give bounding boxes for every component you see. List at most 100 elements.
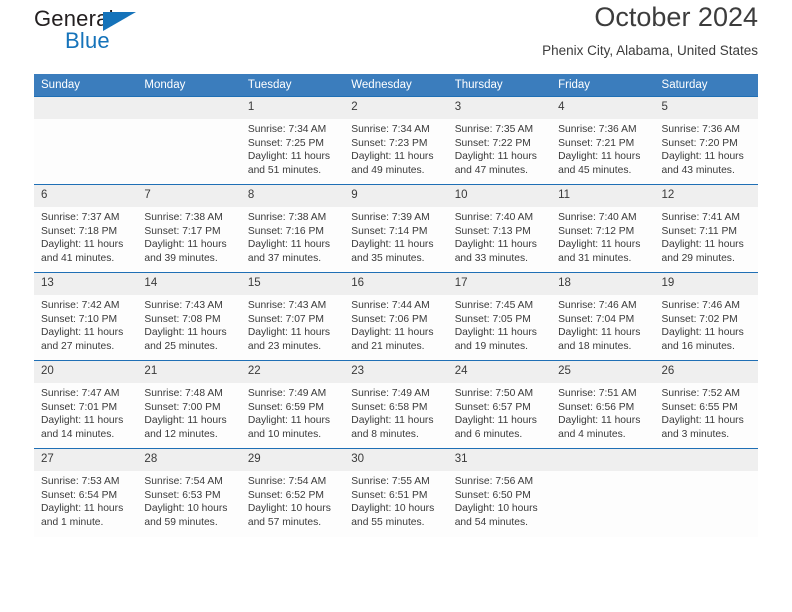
day-cell[interactable]: 14 Sunrise: 7:43 AM Sunset: 7:08 PM Dayl… bbox=[137, 272, 241, 361]
day-cell[interactable] bbox=[551, 448, 655, 537]
day-cell[interactable]: 3 Sunrise: 7:35 AM Sunset: 7:22 PM Dayli… bbox=[447, 96, 552, 185]
daylight-text-line1: Daylight: 11 hours bbox=[41, 503, 124, 515]
daylight-text-line1: Daylight: 11 hours bbox=[661, 239, 744, 251]
day-cell[interactable]: 8 Sunrise: 7:38 AM Sunset: 7:16 PM Dayli… bbox=[240, 184, 345, 273]
sunrise-text: Sunrise: 7:43 AM bbox=[144, 300, 223, 311]
day-cell[interactable]: 19 Sunrise: 7:46 AM Sunset: 7:02 PM Dayl… bbox=[654, 272, 758, 361]
daylight-text-line2: and 21 minutes. bbox=[351, 340, 425, 352]
day-cell[interactable]: 10 Sunrise: 7:40 AM Sunset: 7:13 PM Dayl… bbox=[447, 184, 552, 273]
sunrise-text: Sunrise: 7:54 AM bbox=[144, 476, 223, 487]
day-details bbox=[34, 119, 137, 123]
day-cell[interactable]: 15 Sunrise: 7:43 AM Sunset: 7:07 PM Dayl… bbox=[240, 272, 345, 361]
day-details: Sunrise: 7:34 AM Sunset: 7:23 PM Dayligh… bbox=[344, 119, 447, 177]
daylight-text-line1: Daylight: 11 hours bbox=[454, 151, 537, 163]
sunset-text: Sunset: 6:54 PM bbox=[41, 489, 118, 501]
daylight-text-line2: and 12 minutes. bbox=[144, 428, 218, 440]
sunrise-text: Sunrise: 7:46 AM bbox=[661, 300, 740, 311]
sunset-text: Sunset: 6:52 PM bbox=[247, 489, 324, 501]
daylight-text-line1: Daylight: 11 hours bbox=[558, 327, 641, 339]
day-number: 27 bbox=[34, 449, 138, 471]
day-number: 1 bbox=[240, 97, 345, 119]
sunrise-text: Sunrise: 7:51 AM bbox=[558, 388, 637, 399]
daylight-text-line1: Daylight: 11 hours bbox=[41, 239, 124, 251]
day-details: Sunrise: 7:53 AM Sunset: 6:54 PM Dayligh… bbox=[34, 471, 137, 529]
day-cell[interactable]: 5 Sunrise: 7:36 AM Sunset: 7:20 PM Dayli… bbox=[654, 96, 758, 185]
day-cell[interactable]: 23 Sunrise: 7:49 AM Sunset: 6:58 PM Dayl… bbox=[344, 360, 448, 449]
day-cell[interactable]: 9 Sunrise: 7:39 AM Sunset: 7:14 PM Dayli… bbox=[344, 184, 448, 273]
week-row: 27 Sunrise: 7:53 AM Sunset: 6:54 PM Dayl… bbox=[34, 448, 758, 537]
daylight-text-line2: and 43 minutes. bbox=[661, 164, 735, 176]
sunset-text: Sunset: 7:04 PM bbox=[558, 313, 635, 325]
day-cell[interactable]: 17 Sunrise: 7:45 AM Sunset: 7:05 PM Dayl… bbox=[447, 272, 552, 361]
daylight-text-line2: and 8 minutes. bbox=[351, 428, 419, 440]
sunrise-text: Sunrise: 7:45 AM bbox=[454, 300, 534, 311]
day-number: 30 bbox=[344, 449, 448, 471]
day-cell[interactable]: 11 Sunrise: 7:40 AM Sunset: 7:12 PM Dayl… bbox=[551, 184, 655, 273]
day-cell[interactable]: 22 Sunrise: 7:49 AM Sunset: 6:59 PM Dayl… bbox=[240, 360, 345, 449]
sunset-text: Sunset: 7:12 PM bbox=[558, 225, 635, 237]
daylight-text-line1: Daylight: 11 hours bbox=[661, 151, 744, 163]
day-cell[interactable]: 4 Sunrise: 7:36 AM Sunset: 7:21 PM Dayli… bbox=[551, 96, 655, 185]
day-number: 7 bbox=[137, 185, 241, 207]
day-cell[interactable]: 30 Sunrise: 7:55 AM Sunset: 6:51 PM Dayl… bbox=[344, 448, 448, 537]
day-number: 6 bbox=[34, 185, 138, 207]
calendar-body: 1 Sunrise: 7:34 AM Sunset: 7:25 PM Dayli… bbox=[34, 96, 758, 537]
daylight-text-line1: Daylight: 11 hours bbox=[454, 239, 537, 251]
sunset-text: Sunset: 7:22 PM bbox=[454, 137, 531, 149]
day-number bbox=[551, 449, 655, 471]
day-cell[interactable]: 1 Sunrise: 7:34 AM Sunset: 7:25 PM Dayli… bbox=[240, 96, 345, 185]
day-cell[interactable]: 2 Sunrise: 7:34 AM Sunset: 7:23 PM Dayli… bbox=[344, 96, 448, 185]
sunrise-text: Sunrise: 7:56 AM bbox=[454, 476, 534, 487]
day-number: 23 bbox=[344, 361, 448, 383]
daylight-text-line1: Daylight: 11 hours bbox=[351, 239, 434, 251]
sunrise-text: Sunrise: 7:34 AM bbox=[247, 124, 327, 135]
day-cell[interactable]: 29 Sunrise: 7:54 AM Sunset: 6:52 PM Dayl… bbox=[240, 448, 345, 537]
daylight-text-line2: and 29 minutes. bbox=[661, 252, 735, 264]
day-cell[interactable] bbox=[654, 448, 758, 537]
daylight-text-line2: and 45 minutes. bbox=[558, 164, 632, 176]
daylight-text-line1: Daylight: 10 hours bbox=[144, 503, 228, 515]
day-cell[interactable]: 13 Sunrise: 7:42 AM Sunset: 7:10 PM Dayl… bbox=[34, 272, 138, 361]
day-details: Sunrise: 7:40 AM Sunset: 7:12 PM Dayligh… bbox=[551, 207, 654, 265]
day-details: Sunrise: 7:45 AM Sunset: 7:05 PM Dayligh… bbox=[448, 295, 551, 353]
sunset-text: Sunset: 7:18 PM bbox=[41, 225, 118, 237]
day-cell[interactable]: 31 Sunrise: 7:56 AM Sunset: 6:50 PM Dayl… bbox=[447, 448, 552, 537]
daylight-text-line2: and 19 minutes. bbox=[454, 340, 528, 352]
sunrise-text: Sunrise: 7:47 AM bbox=[41, 388, 120, 399]
day-details: Sunrise: 7:43 AM Sunset: 7:08 PM Dayligh… bbox=[137, 295, 240, 353]
day-details bbox=[655, 471, 758, 475]
day-header-thursday: Thursday bbox=[447, 74, 552, 97]
day-cell[interactable]: 28 Sunrise: 7:54 AM Sunset: 6:53 PM Dayl… bbox=[137, 448, 241, 537]
day-cell[interactable]: 24 Sunrise: 7:50 AM Sunset: 6:57 PM Dayl… bbox=[447, 360, 552, 449]
day-cell[interactable]: 7 Sunrise: 7:38 AM Sunset: 7:17 PM Dayli… bbox=[137, 184, 241, 273]
sunset-text: Sunset: 7:13 PM bbox=[454, 225, 531, 237]
day-cell[interactable]: 26 Sunrise: 7:52 AM Sunset: 6:55 PM Dayl… bbox=[654, 360, 758, 449]
day-cell[interactable] bbox=[34, 96, 138, 185]
day-cell[interactable]: 16 Sunrise: 7:44 AM Sunset: 7:06 PM Dayl… bbox=[344, 272, 448, 361]
daylight-text-line1: Daylight: 10 hours bbox=[454, 503, 538, 515]
day-cell[interactable]: 27 Sunrise: 7:53 AM Sunset: 6:54 PM Dayl… bbox=[34, 448, 138, 537]
day-details: Sunrise: 7:46 AM Sunset: 7:02 PM Dayligh… bbox=[655, 295, 758, 353]
day-number: 18 bbox=[551, 273, 655, 295]
day-details: Sunrise: 7:38 AM Sunset: 7:16 PM Dayligh… bbox=[241, 207, 344, 265]
day-number bbox=[137, 97, 241, 119]
day-cell[interactable]: 12 Sunrise: 7:41 AM Sunset: 7:11 PM Dayl… bbox=[654, 184, 758, 273]
day-cell[interactable]: 18 Sunrise: 7:46 AM Sunset: 7:04 PM Dayl… bbox=[551, 272, 655, 361]
sunset-text: Sunset: 7:23 PM bbox=[351, 137, 428, 149]
day-cell[interactable]: 25 Sunrise: 7:51 AM Sunset: 6:56 PM Dayl… bbox=[551, 360, 655, 449]
day-details: Sunrise: 7:38 AM Sunset: 7:17 PM Dayligh… bbox=[137, 207, 240, 265]
sunset-text: Sunset: 6:59 PM bbox=[247, 401, 324, 413]
sunrise-text: Sunrise: 7:40 AM bbox=[558, 212, 637, 223]
day-number: 16 bbox=[344, 273, 448, 295]
daylight-text-line2: and 1 minute. bbox=[41, 516, 104, 528]
day-cell[interactable] bbox=[137, 96, 241, 185]
day-cell[interactable]: 6 Sunrise: 7:37 AM Sunset: 7:18 PM Dayli… bbox=[34, 184, 138, 273]
daylight-text-line2: and 6 minutes. bbox=[454, 428, 523, 440]
daylight-text-line2: and 41 minutes. bbox=[41, 252, 115, 264]
day-cell[interactable]: 21 Sunrise: 7:48 AM Sunset: 7:00 PM Dayl… bbox=[137, 360, 241, 449]
sunrise-text: Sunrise: 7:54 AM bbox=[247, 476, 327, 487]
day-cell[interactable]: 20 Sunrise: 7:47 AM Sunset: 7:01 PM Dayl… bbox=[34, 360, 138, 449]
week-row: 20 Sunrise: 7:47 AM Sunset: 7:01 PM Dayl… bbox=[34, 360, 758, 449]
daylight-text-line2: and 33 minutes. bbox=[454, 252, 528, 264]
sunset-text: Sunset: 6:50 PM bbox=[454, 489, 531, 501]
